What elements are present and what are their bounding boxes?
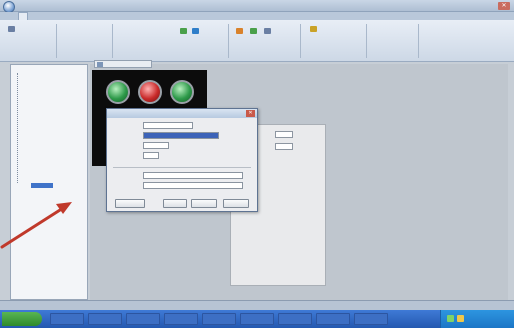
ribbon-separator	[418, 24, 419, 58]
tree-connector	[17, 73, 18, 183]
ribbon-separator	[112, 24, 113, 58]
dialog-help-button[interactable]	[223, 199, 249, 208]
script-icon[interactable]	[264, 28, 271, 34]
title-bar: ✕	[0, 0, 514, 13]
dialog-field[interactable]	[143, 142, 169, 149]
project-tree	[10, 64, 88, 300]
dialog-ok-button[interactable]	[163, 199, 187, 208]
taskbar-item[interactable]	[126, 313, 160, 325]
chart-icon[interactable]	[236, 28, 243, 34]
ribbon-tab-1[interactable]	[18, 12, 28, 20]
taskbar-item[interactable]	[164, 313, 198, 325]
lamp-green-icon[interactable]	[106, 80, 130, 104]
taskbar-item[interactable]	[88, 313, 122, 325]
dialog-title-bar[interactable]: ✕	[107, 109, 257, 118]
ribbon	[0, 20, 514, 62]
ribbon-tabs	[0, 12, 514, 20]
taskbar-item[interactable]	[50, 313, 84, 325]
document-icon	[97, 62, 103, 67]
taskbar-item[interactable]	[278, 313, 312, 325]
background-field[interactable]	[275, 143, 293, 150]
ribbon-separator	[228, 24, 229, 58]
system-tray	[440, 310, 514, 328]
settings-icon[interactable]	[310, 26, 317, 32]
taskbar-item[interactable]	[202, 313, 236, 325]
lamp-red-icon[interactable]	[138, 80, 162, 104]
stop-icon[interactable]	[192, 28, 199, 34]
paste-icon[interactable]	[8, 26, 15, 32]
dialog-field[interactable]	[143, 152, 159, 159]
screen: ✕ ✕	[0, 0, 514, 328]
dialog-advanced-button[interactable]	[115, 199, 145, 208]
lamp-green-icon[interactable]	[170, 80, 194, 104]
run-icon[interactable]	[180, 28, 187, 34]
dialog-close-button[interactable]: ✕	[246, 110, 255, 117]
window-close-button[interactable]: ✕	[498, 2, 510, 10]
taskbar-item[interactable]	[354, 313, 388, 325]
network-icon[interactable]	[447, 315, 454, 322]
dialog-separator	[113, 167, 251, 168]
dialog-field[interactable]	[143, 122, 193, 129]
background-field[interactable]	[275, 131, 293, 138]
taskbar	[0, 310, 514, 328]
tree-item-selected[interactable]	[31, 183, 53, 188]
volume-icon[interactable]	[457, 315, 464, 322]
tag-icon[interactable]	[250, 28, 257, 34]
ribbon-separator	[300, 24, 301, 58]
start-button[interactable]	[2, 312, 42, 326]
status-bar	[0, 300, 514, 310]
ribbon-tab-2[interactable]	[44, 12, 52, 20]
properties-dialog: ✕	[106, 108, 258, 212]
document-tab[interactable]	[94, 60, 152, 68]
dialog-field-selected[interactable]	[143, 132, 219, 139]
taskbar-item[interactable]	[316, 313, 350, 325]
taskbar-item[interactable]	[240, 313, 274, 325]
dialog-cancel-button[interactable]	[191, 199, 217, 208]
ribbon-separator	[366, 24, 367, 58]
ribbon-tab-3[interactable]	[74, 12, 82, 20]
ribbon-separator	[56, 24, 57, 58]
dialog-field[interactable]	[143, 182, 243, 189]
dialog-field[interactable]	[143, 172, 243, 179]
